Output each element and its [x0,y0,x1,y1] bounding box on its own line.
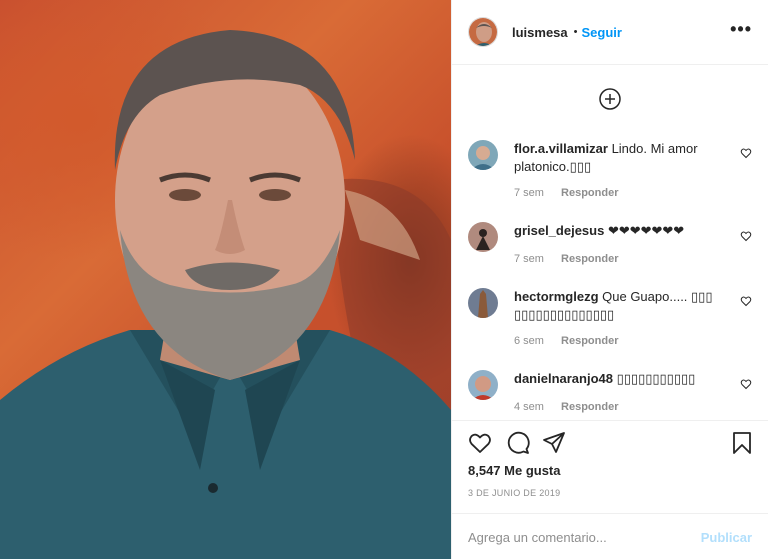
heart-icon[interactable] [468,431,492,455]
comment-item: grisel_dejesus ❤❤❤❤❤❤❤ 7 sem Responder [468,222,752,267]
comment-time: 6 sem [514,335,544,347]
comments-list[interactable]: flor.a.villamizar Lindo. Mi amor platoni… [452,66,768,420]
comment-username[interactable]: danielnaranjo48 [514,371,613,386]
post-actions: 8,547 Me gusta 3 DE JUNIO DE 2019 Public… [452,420,768,559]
heart-icon[interactable] [740,295,752,307]
comment-username[interactable]: grisel_dejesus [514,223,604,238]
commenter-avatar[interactable] [468,140,498,170]
heart-icon[interactable] [740,378,752,390]
heart-icon[interactable] [740,230,752,242]
comment-item: danielnaranjo48 ▯▯▯▯▯▯▯▯▯▯▯ 4 sem Respon… [468,370,752,415]
commenter-avatar[interactable] [468,222,498,252]
paper-plane-icon[interactable] [542,431,566,455]
portrait-illustration [0,30,451,559]
separator-dot: • [573,26,578,38]
comment-composer: Publicar [452,513,768,559]
bookmark-icon[interactable] [730,431,754,455]
comment-username[interactable]: flor.a.villamizar [514,141,608,156]
reply-button[interactable]: Responder [561,401,618,413]
reply-button[interactable]: Responder [561,187,618,199]
heart-icon[interactable] [740,147,752,159]
comment-time: 7 sem [514,187,544,199]
commenter-avatar[interactable] [468,288,498,318]
comment-text: ▯▯▯▯▯▯▯▯▯▯▯ [616,371,696,386]
reply-button[interactable]: Responder [561,335,618,347]
post-date[interactable]: 3 DE JUNIO DE 2019 [468,488,560,498]
follow-button[interactable]: Seguir [582,25,622,40]
author-username[interactable]: luismesa [512,25,568,40]
post-details-panel: luismesa • Seguir ••• flor.a.villamizar … [451,0,768,559]
comment-item: hectormglezg Que Guapo..... ▯▯▯ ▯▯▯▯▯▯▯▯… [468,288,752,348]
comment-time: 4 sem [514,401,544,413]
post-header: luismesa • Seguir ••• [452,0,768,65]
comment-icon[interactable] [506,431,530,455]
likes-count[interactable]: 8,547 Me gusta [468,463,561,478]
comment-input[interactable] [468,529,701,545]
reply-button[interactable]: Responder [561,253,618,265]
author-avatar[interactable] [468,17,498,47]
commenter-avatar[interactable] [468,370,498,400]
comment-username[interactable]: hectormglezg [514,289,599,304]
author-avatar-image [469,18,497,46]
comment-text: ❤❤❤❤❤❤❤ [607,223,685,238]
post-photo[interactable] [0,0,451,559]
comment-item: flor.a.villamizar Lindo. Mi amor platoni… [468,140,752,200]
plus-circle-icon[interactable] [598,87,622,111]
more-options-icon[interactable]: ••• [730,20,752,40]
comment-time: 7 sem [514,253,544,265]
publish-button[interactable]: Publicar [701,530,752,545]
